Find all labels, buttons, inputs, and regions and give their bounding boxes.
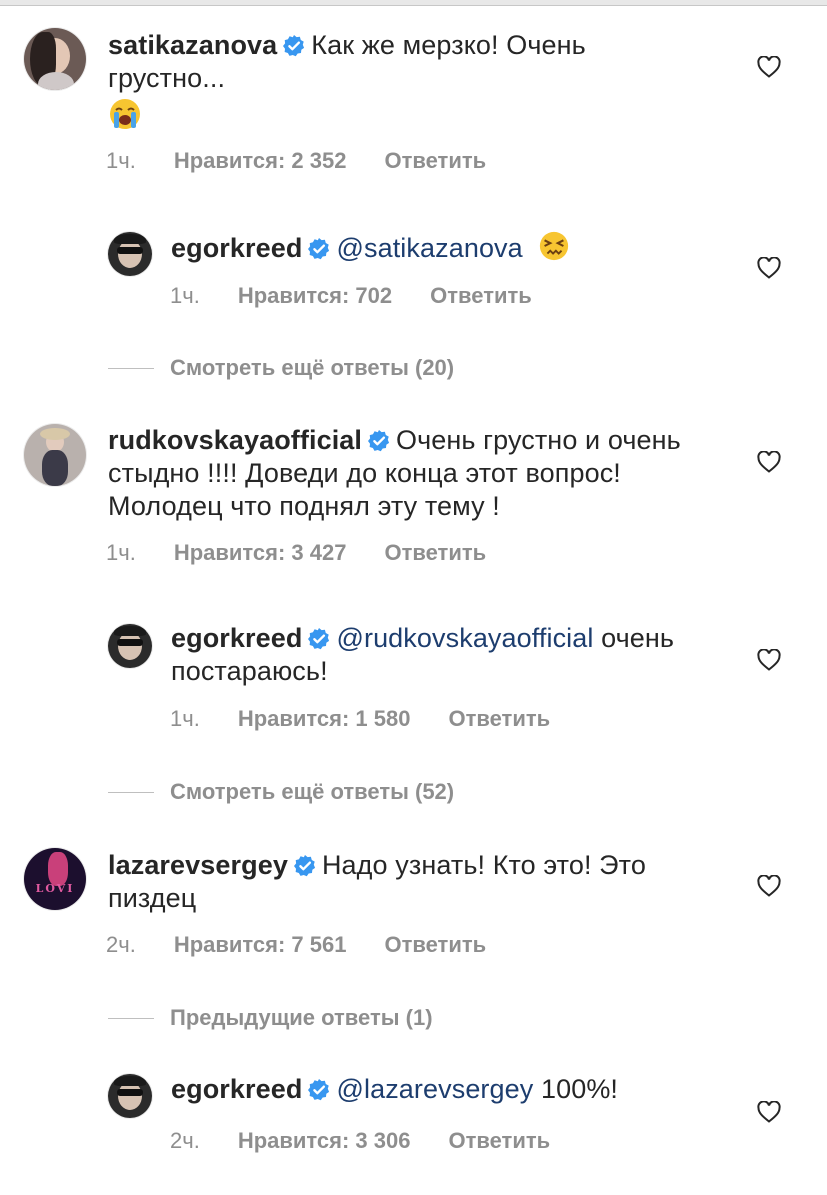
previous-replies-label: Предыдущие ответы (1) [170, 1005, 433, 1030]
previous-replies-button[interactable]: Предыдущие ответы (1) [108, 1005, 433, 1031]
username[interactable]: egorkreed [171, 1074, 302, 1104]
mention-link[interactable]: @lazarevsergey [336, 1074, 533, 1104]
likes-count[interactable]: Нравится: 3 306 [238, 1128, 411, 1153]
avatar[interactable] [108, 232, 152, 276]
reply-button[interactable]: Ответить [384, 932, 486, 957]
verified-badge-icon [308, 1079, 330, 1101]
reply-button[interactable]: Ответить [384, 148, 486, 173]
comment-text-line3: Молодец что поднял эту тему ! [108, 491, 500, 521]
likes-count[interactable]: Нравится: 7 561 [174, 932, 347, 957]
timestamp: 2ч. [170, 1128, 200, 1153]
view-more-label: Смотреть ещё ответы (20) [170, 355, 455, 380]
timestamp: 1ч. [106, 540, 136, 565]
comment-meta: 1ч. Нравится: 702 Ответить [170, 283, 570, 309]
divider-line [108, 1017, 154, 1019]
divider-line [108, 791, 154, 793]
comment-meta: 1ч. Нравится: 1 580 Ответить [170, 706, 588, 732]
verified-badge-icon [283, 35, 305, 57]
likes-count[interactable]: Нравится: 3 427 [174, 540, 347, 565]
heart-outline-icon[interactable] [757, 1101, 781, 1123]
verified-badge-icon [293, 855, 316, 877]
username[interactable]: satikazanova [108, 30, 277, 60]
comment-meta: 2ч. Нравится: 3 306 Ответить [170, 1128, 588, 1154]
verified-badge-icon [368, 430, 390, 452]
comment-text: Как же мерзко! Очень [311, 30, 586, 60]
avatar-text: LOVI [35, 882, 75, 895]
avatar[interactable] [24, 424, 86, 486]
likes-count[interactable]: Нравится: 702 [238, 283, 392, 308]
view-more-replies-button[interactable]: Смотреть ещё ответы (20) [108, 355, 454, 381]
comment-text-line2: грустно... [108, 63, 226, 93]
divider-line [108, 367, 154, 369]
comment-meta: 1ч. Нравится: 2 352 Ответить [106, 148, 524, 174]
reply-button[interactable]: Ответить [384, 540, 486, 565]
comment-text-line2: пиздец [108, 883, 197, 913]
heart-outline-icon[interactable] [757, 451, 781, 473]
comment-text: очень [601, 623, 675, 653]
username[interactable]: egorkreed [171, 233, 302, 263]
reply-button[interactable]: Ответить [448, 1128, 550, 1153]
comment-meta: 2ч. Нравится: 7 561 Ответить [106, 932, 524, 958]
likes-count[interactable]: Нравится: 1 580 [238, 706, 411, 731]
comment-text: Очень грустно и очень [396, 425, 681, 455]
avatar[interactable] [24, 28, 86, 90]
username[interactable]: lazarevsergey [108, 850, 288, 880]
heart-outline-icon[interactable] [757, 56, 781, 78]
username[interactable]: rudkovskayaofficial [108, 425, 362, 455]
mention-link[interactable]: @rudkovskayaofficial [336, 623, 593, 653]
heart-outline-icon[interactable] [757, 257, 781, 279]
comment-text-line2: стыдно !!!! Доведи до конца этот вопрос! [108, 458, 621, 488]
username[interactable]: egorkreed [171, 623, 302, 653]
heart-outline-icon[interactable] [757, 875, 781, 897]
verified-badge-icon [308, 628, 330, 650]
likes-count[interactable]: Нравится: 2 352 [174, 148, 347, 173]
avatar[interactable]: LOVI [24, 848, 86, 910]
top-divider [0, 0, 827, 6]
view-more-label: Смотреть ещё ответы (52) [170, 779, 455, 804]
timestamp: 1ч. [170, 283, 200, 308]
mention-link[interactable]: @satikazanova [336, 233, 522, 263]
view-more-replies-button[interactable]: Смотреть ещё ответы (52) [108, 779, 454, 805]
comment-text: 100%! [540, 1074, 619, 1104]
timestamp: 1ч. [106, 148, 136, 173]
timestamp: 2ч. [106, 932, 136, 957]
comment-text: Надо узнать! Кто это! Это [321, 850, 646, 880]
avatar[interactable] [108, 1074, 152, 1118]
reply-button[interactable]: Ответить [430, 283, 532, 308]
loudly-crying-face-icon [110, 99, 140, 129]
reply-button[interactable]: Ответить [448, 706, 550, 731]
comment-meta: 1ч. Нравится: 3 427 Ответить [106, 540, 524, 566]
persevering-face-icon [540, 231, 569, 261]
comment-text-line2: постараюсь! [171, 656, 328, 686]
timestamp: 1ч. [170, 706, 200, 731]
verified-badge-icon [308, 238, 330, 260]
heart-outline-icon[interactable] [757, 649, 781, 671]
avatar[interactable] [108, 624, 152, 668]
